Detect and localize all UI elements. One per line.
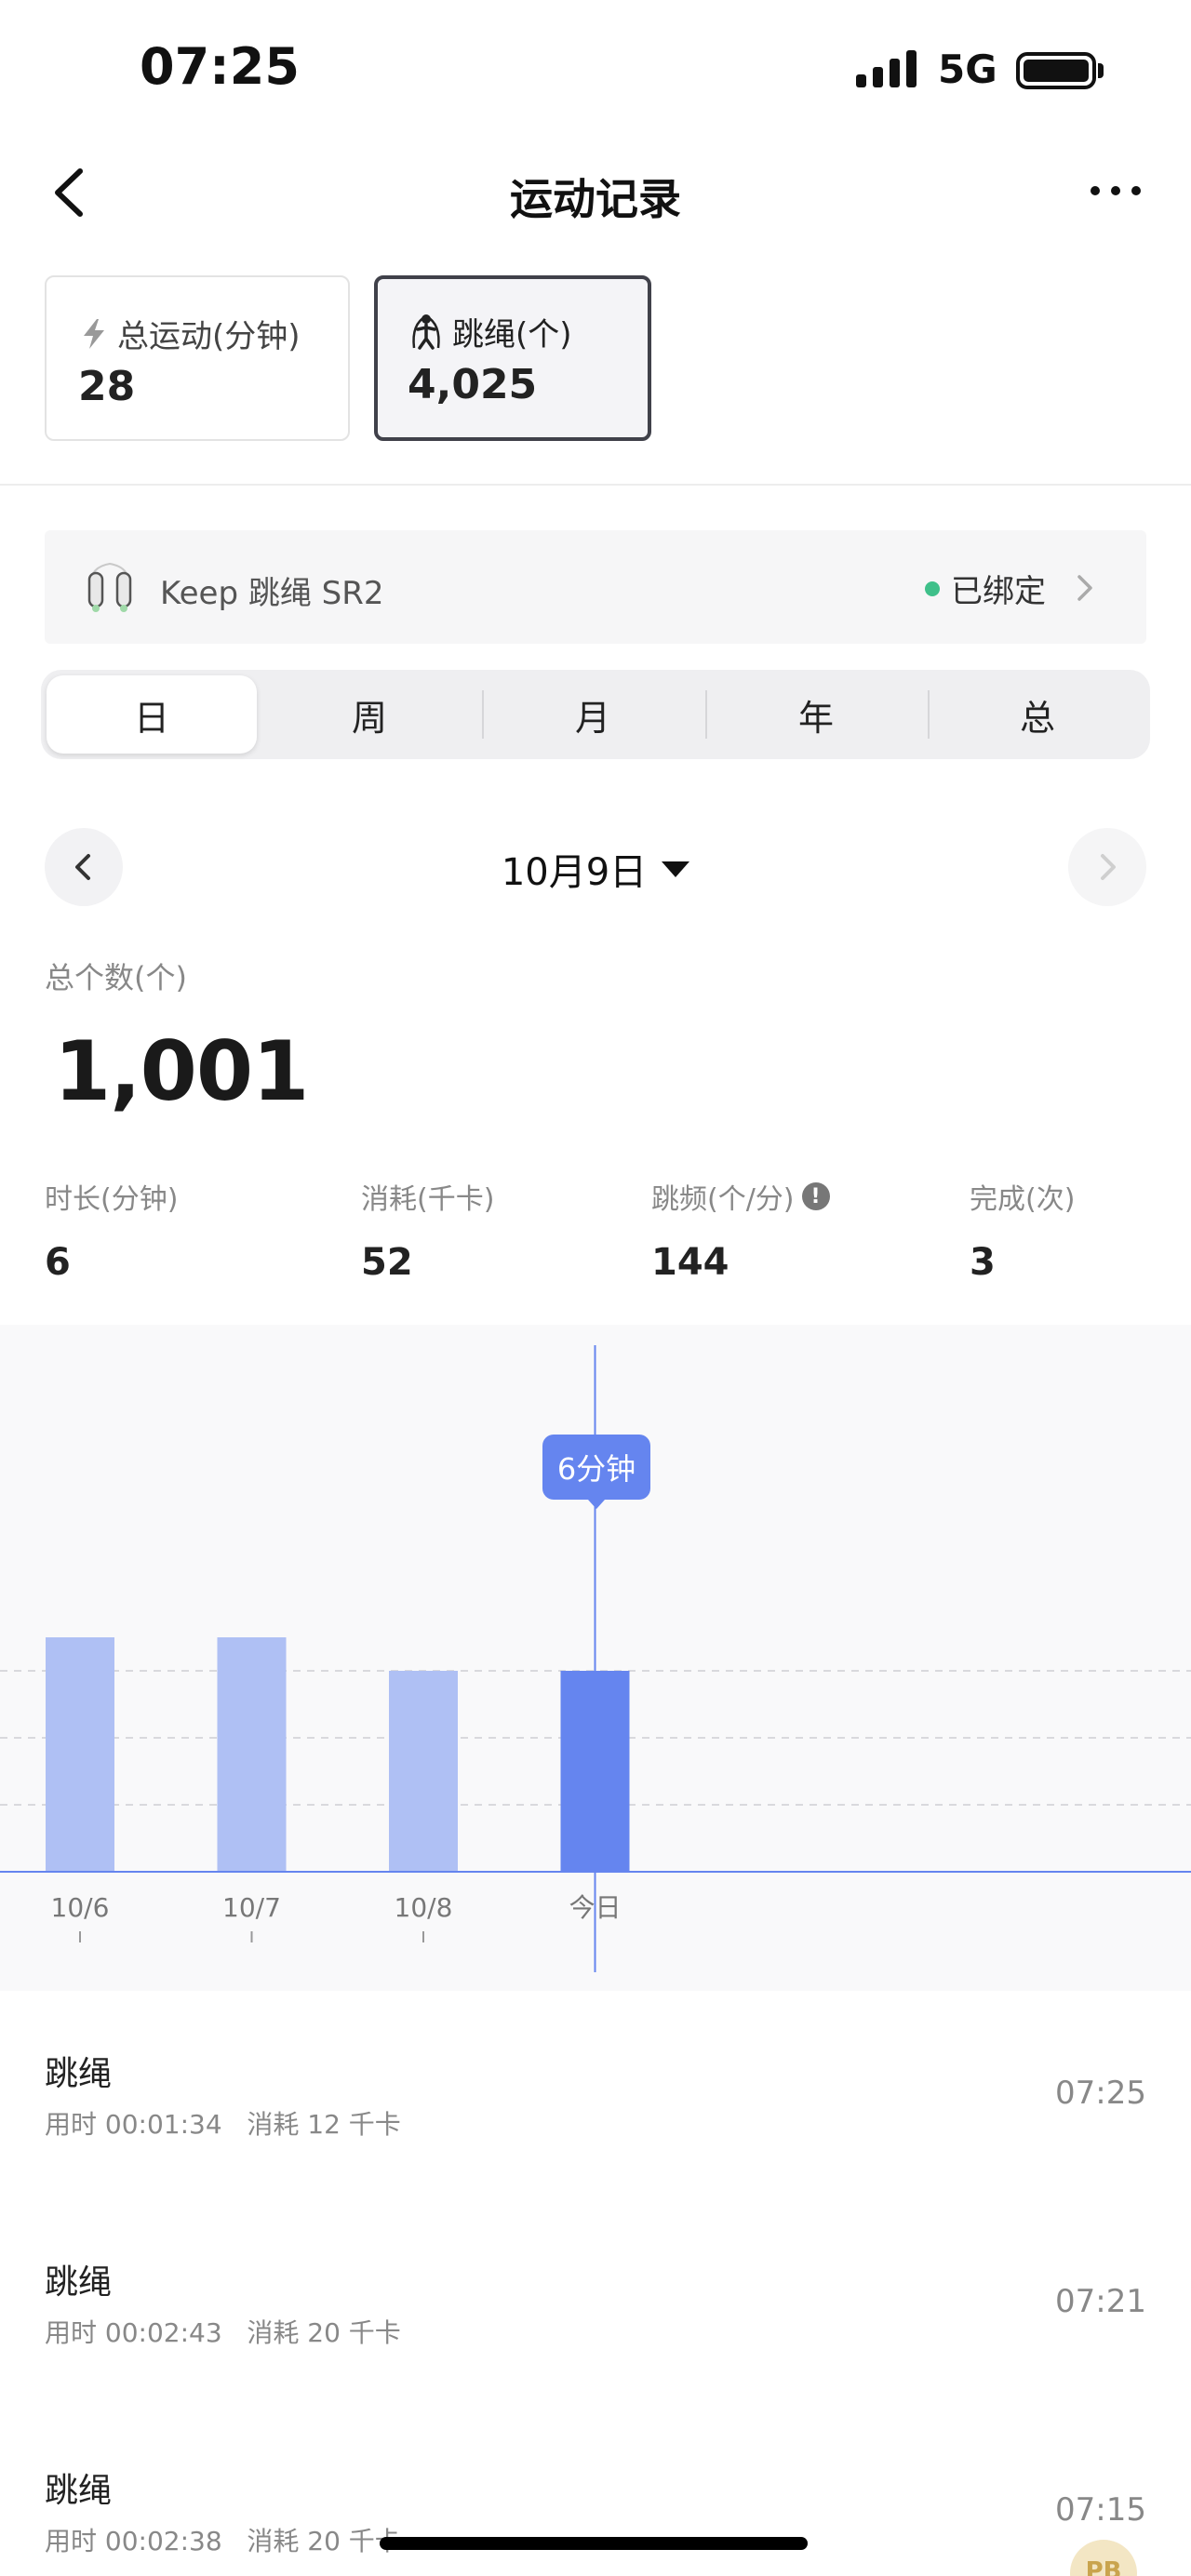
chart-tick-label: 今日 [569,1892,621,1923]
tab-month[interactable]: 月 [488,675,698,754]
stat-label: 跳频(个/分) [651,1183,795,1216]
tab-separator [928,690,930,739]
device-status-label: 已绑定 [951,573,1046,610]
record-title: 跳绳 [45,2263,113,2302]
date-picker[interactable]: 10月9日 [0,842,1191,896]
record-calories: 消耗 12 千卡 [247,2109,401,2140]
duration-bar-chart[interactable]: 10/6 10/7 10/8 今日 [0,1325,1191,1991]
jump-rope-device-icon [87,562,132,612]
chart-tick-label: 10/8 [395,1892,453,1923]
status-time: 07:25 [140,37,300,96]
workout-record[interactable]: 跳绳 用时 00:02:43 消耗 20 千卡 07:21 [45,2255,1146,2376]
summary-card-jump-rope[interactable]: 跳绳(个) 4,025 [374,275,651,441]
lightning-icon [84,318,104,349]
summary-card-label: 总运动(分钟) [117,318,301,355]
stat-jump-frequency: 跳频(个/分) ! 144 [651,1176,830,1284]
chart-tooltip: 6分钟 [542,1435,650,1509]
pb-badge-text: PB [1086,2557,1122,2576]
stat-completed: 完成(次) 3 [970,1176,1075,1284]
signal-icon [856,48,917,87]
period-segmented-control: 日 周 月 年 总 [41,670,1150,759]
total-count-value: 1,001 [54,1023,309,1119]
chart-bar [560,1671,630,1872]
chart-tick-label: 10/6 [51,1892,110,1923]
record-duration: 用时 00:02:43 [45,2317,222,2348]
chart-tick-label: 10/7 [222,1892,281,1923]
jump-rope-icon [412,314,440,350]
stat-label: 完成(次) [970,1183,1076,1216]
caret-down-icon [662,861,690,877]
stat-value: 3 [970,1241,996,1284]
status-dot-icon [925,581,940,596]
more-dots-icon [1091,186,1100,195]
chart-bar [389,1671,458,1872]
status-bar: 07:25 5G [0,0,1191,140]
tab-week[interactable]: 周 [264,675,475,754]
tab-total[interactable]: 总 [932,675,1143,754]
selected-date: 10月9日 [501,851,648,894]
stat-value: 52 [361,1241,413,1284]
more-options-button[interactable] [1087,182,1144,199]
record-calories: 消耗 20 千卡 [247,2317,401,2348]
pb-badge-icon: PB [1061,2536,1146,2576]
record-time: 07:21 [1055,2283,1146,2320]
workout-record[interactable]: 跳绳 用时 00:01:34 消耗 12 千卡 07:25 [45,2047,1146,2168]
record-calories: 消耗 20 千卡 [247,2526,401,2556]
battery-icon [1016,52,1096,89]
total-count-label: 总个数(个) [45,960,187,995]
record-duration: 用时 00:02:38 [45,2526,222,2556]
home-indicator [380,2537,808,2550]
battery-tip [1098,63,1104,78]
device-binding-row[interactable]: Keep 跳绳 SR2 已绑定 [45,530,1146,644]
summary-card-value: 4,025 [408,361,538,408]
section-divider [0,484,1191,486]
tab-separator [705,690,707,739]
chart-bar [217,1637,287,1872]
device-status: 已绑定 [925,566,1081,611]
chart-bar [46,1637,114,1872]
record-title: 跳绳 [45,2472,113,2510]
chart-svg: 10/6 10/7 10/8 今日 [0,1345,1191,1972]
info-icon[interactable]: ! [801,1182,830,1210]
summary-card-total-exercise[interactable]: 总运动(分钟) 28 [45,275,350,441]
tab-separator [482,690,484,739]
record-details: 用时 00:02:43 消耗 20 千卡 [45,2313,401,2350]
tab-year[interactable]: 年 [711,675,921,754]
record-time: 07:15 [1055,2491,1146,2529]
summary-card-label: 跳绳(个) [452,316,572,354]
stat-value: 6 [45,1241,71,1284]
summary-card-value: 28 [78,363,136,410]
record-details: 用时 00:01:34 消耗 12 千卡 [45,2104,401,2142]
stat-label: 时长(分钟) [45,1183,179,1216]
tab-day[interactable]: 日 [47,675,257,754]
record-details: 用时 00:02:38 消耗 20 千卡 [45,2521,401,2558]
device-name: Keep 跳绳 SR2 [160,575,384,612]
next-date-button[interactable] [1068,828,1146,906]
record-time: 07:25 [1055,2075,1146,2112]
chevron-right-icon [1101,854,1116,880]
record-title: 跳绳 [45,2055,113,2093]
workout-record[interactable]: 跳绳 用时 00:02:38 消耗 20 千卡 07:15 [45,2463,1146,2576]
chevron-right-icon [1077,575,1092,601]
stat-calories: 消耗(千卡) 52 [361,1176,494,1284]
stat-value: 144 [651,1241,729,1284]
network-type: 5G [938,47,997,92]
stat-label: 消耗(千卡) [361,1183,495,1216]
stat-duration: 时长(分钟) 6 [45,1176,178,1284]
page-title: 运动记录 [510,174,681,224]
record-duration: 用时 00:01:34 [45,2109,222,2140]
